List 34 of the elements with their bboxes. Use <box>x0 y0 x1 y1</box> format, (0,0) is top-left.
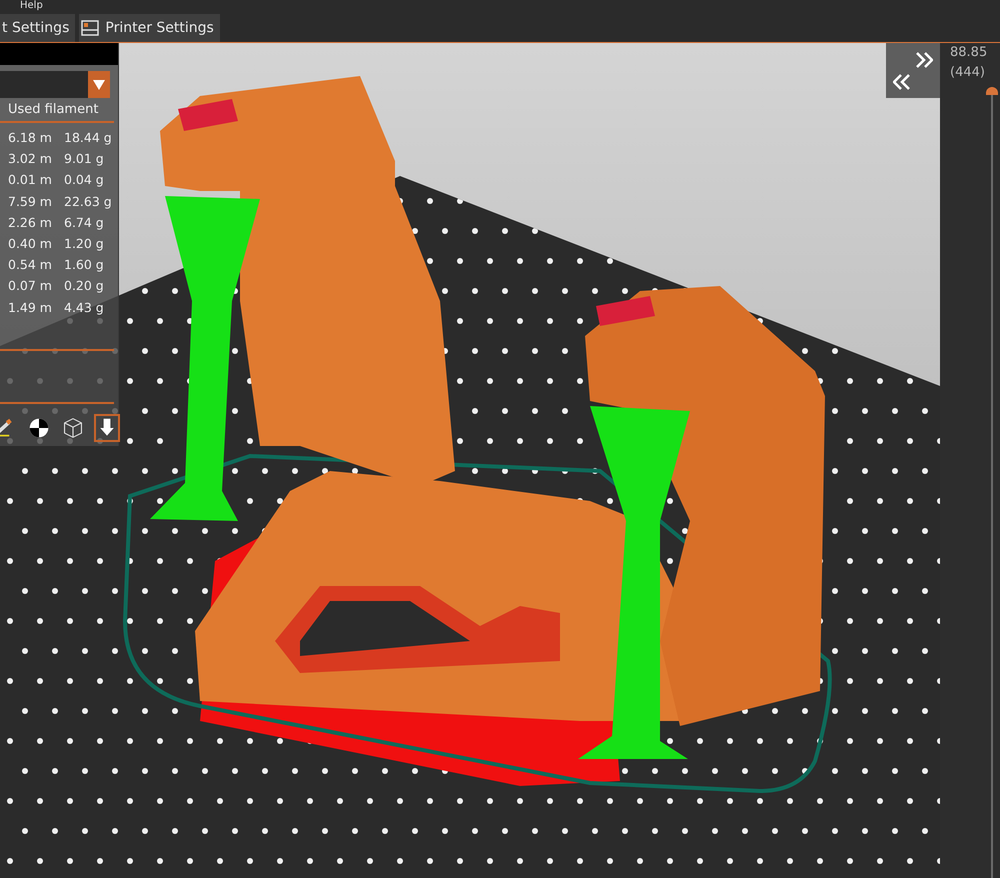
dropdown-arrow-button[interactable] <box>88 71 110 98</box>
filament-weight: 9.01 g <box>64 151 104 166</box>
caret-icon <box>93 80 105 90</box>
center-of-gravity-icon <box>28 416 50 440</box>
filament-weight: 18.44 g <box>64 130 112 146</box>
settings-tab[interactable]: Printer Settings <box>79 14 220 42</box>
filament-length: 0.54 m <box>7 257 53 272</box>
layer-height-label: 88.85 <box>950 44 988 62</box>
filament-length: 1.49 m <box>7 300 53 315</box>
filament-weight: 0.04 g <box>64 172 104 188</box>
filament-weight: 1.60 g <box>64 257 104 272</box>
menu-item[interactable]: Help <box>20 0 43 12</box>
layer-number-label: (444) <box>950 64 985 82</box>
filament-weight: 6.74 g <box>64 214 104 230</box>
filament-weight: 0.20 g <box>64 278 104 294</box>
filament-length: 6.18 m <box>7 130 53 146</box>
filament-length: 0.01 m <box>7 172 53 188</box>
collapse-sidebar-button[interactable] <box>886 43 940 98</box>
filament-length: 0.40 m <box>7 236 53 252</box>
legend-header: Used filament <box>0 98 114 123</box>
filament-length: 3.02 m <box>7 151 53 166</box>
filament-length: 0.07 m <box>7 278 53 294</box>
filament-weight: 1.20 g <box>64 236 104 252</box>
wireframe-cube-icon <box>62 416 84 440</box>
view-toolbar-button[interactable] <box>94 414 120 442</box>
settings-tab[interactable]: t Settings <box>0 14 76 42</box>
filament-weight: 4.43 g <box>64 300 104 315</box>
view-type-dropdown[interactable] <box>0 71 110 98</box>
filament-length: 7.59 m <box>7 194 53 209</box>
slider-thumb[interactable] <box>986 87 998 95</box>
filament-length: 2.26 m <box>7 214 53 230</box>
layer-slider[interactable] <box>986 87 998 878</box>
filament-weight: 22.63 g <box>64 194 112 209</box>
printer-icon <box>81 20 100 36</box>
